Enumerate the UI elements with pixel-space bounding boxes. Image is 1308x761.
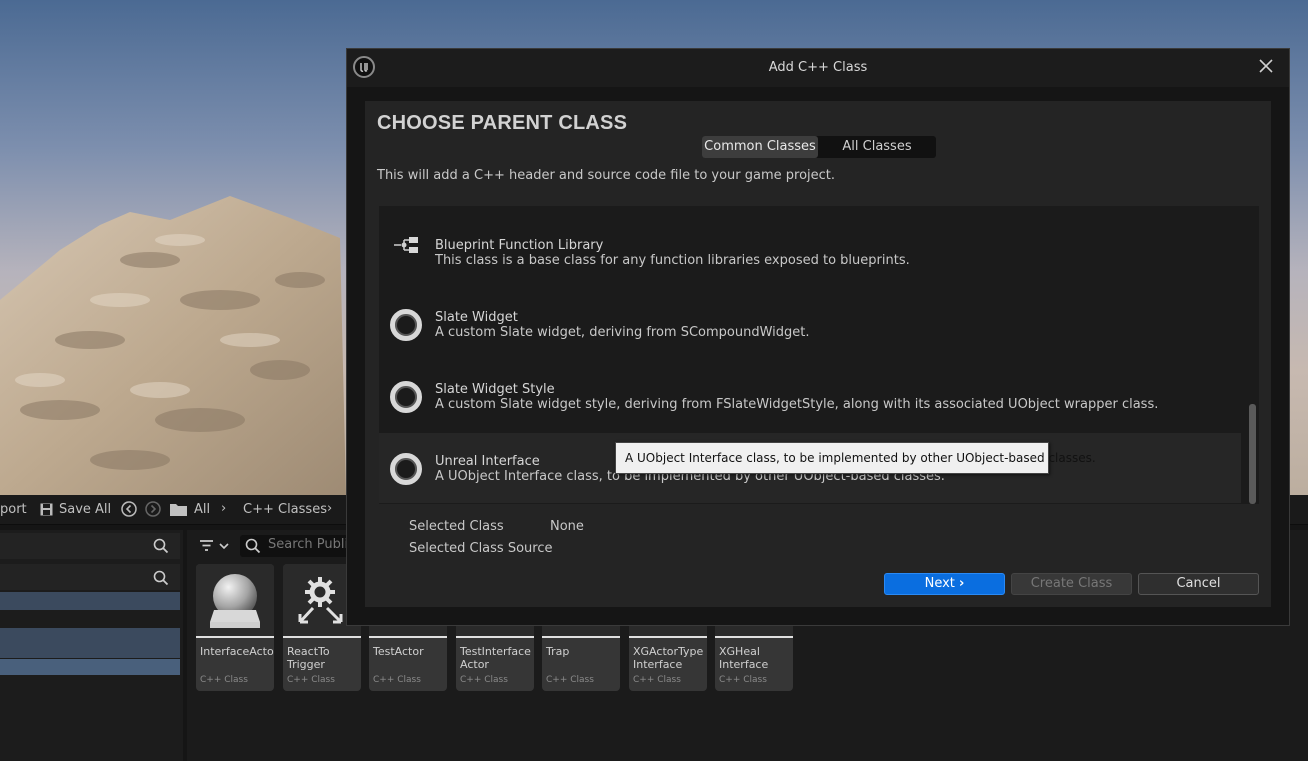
asset-name: XGHeal Interface: [719, 645, 769, 671]
asset-name: InterfaceActor: [200, 645, 274, 658]
class-description: A custom Slate widget style, deriving fr…: [435, 397, 1159, 412]
asset-name: TestInterface Actor: [460, 645, 531, 671]
breadcrumb-all[interactable]: All: [194, 502, 210, 517]
add-cpp-class-dialog: Add C++ Class CHOOSE PARENT CLASS Common…: [346, 48, 1290, 626]
class-description: This class is a base class for any funct…: [435, 253, 910, 268]
cancel-button[interactable]: Cancel: [1138, 573, 1259, 595]
asset-type: C++ Class: [200, 675, 248, 685]
asset-type: C++ Class: [546, 675, 594, 685]
dialog-body: CHOOSE PARENT CLASS Common Classes All C…: [365, 101, 1271, 607]
page-heading: CHOOSE PARENT CLASS: [377, 112, 628, 134]
back-icon[interactable]: [121, 501, 137, 521]
chevron-right-icon: ›: [959, 576, 965, 591]
scrollbar-thumb[interactable]: [1249, 404, 1256, 504]
sphere-actor-icon: [210, 574, 260, 628]
class-description: A custom Slate widget, deriving from SCo…: [435, 325, 810, 340]
class-name: Unreal Interface: [435, 454, 540, 469]
blueprint-library-icon: [394, 237, 418, 253]
class-ring-icon: [390, 381, 422, 413]
list-item[interactable]: Slate Widget Style A custom Slate widget…: [379, 354, 1241, 424]
asset-name: ReactTo Trigger: [287, 645, 330, 671]
search-placeholder: Search Publi: [268, 537, 349, 552]
asset-type: C++ Class: [373, 675, 421, 685]
class-filter-tabs: Common Classes All Classes: [702, 136, 936, 158]
dialog-titlebar[interactable]: Add C++ Class: [347, 49, 1289, 87]
tree-item[interactable]: [0, 592, 180, 610]
forward-icon[interactable]: [145, 501, 161, 521]
asset-thumbnail: [196, 564, 274, 638]
breadcrumb-cpp-classes[interactable]: C++ Classes: [243, 502, 327, 517]
next-button[interactable]: Next ›: [884, 573, 1005, 595]
import-button-fragment[interactable]: port: [0, 502, 27, 517]
tab-common-classes[interactable]: Common Classes: [702, 136, 818, 158]
chevron-right-icon: ›: [327, 501, 333, 516]
selected-class-label: Selected Class: [409, 519, 504, 534]
selected-class-source-label: Selected Class Source: [409, 541, 553, 556]
asset-search-input[interactable]: Search Publi: [240, 535, 350, 557]
asset-name: XGActorType Interface: [633, 645, 704, 671]
save-icon: [40, 503, 53, 520]
asset-name: TestActor: [373, 645, 424, 658]
chevron-right-icon: ›: [221, 501, 227, 516]
asset-tile[interactable]: InterfaceActor C++ Class: [196, 564, 274, 691]
create-class-button[interactable]: Create Class: [1011, 573, 1132, 595]
tree-item[interactable]: [0, 628, 180, 658]
close-icon[interactable]: [1257, 57, 1275, 75]
page-description: This will add a C++ header and source co…: [377, 168, 836, 183]
save-all-button[interactable]: Save All: [59, 502, 111, 517]
filter-icon[interactable]: [199, 538, 231, 554]
search-icon: [245, 538, 261, 554]
search-icon[interactable]: [153, 538, 169, 554]
selected-class-value: None: [550, 519, 584, 534]
class-ring-icon: [390, 453, 422, 485]
list-item[interactable]: Blueprint Function Library This class is…: [379, 210, 1241, 280]
class-name: Slate Widget Style: [435, 382, 555, 397]
dialog-title: Add C++ Class: [768, 60, 868, 75]
tab-all-classes[interactable]: All Classes: [818, 136, 936, 158]
asset-type: C++ Class: [287, 675, 335, 685]
asset-type: C++ Class: [460, 675, 508, 685]
asset-type: C++ Class: [719, 675, 767, 685]
asset-type: C++ Class: [633, 675, 681, 685]
class-name: Slate Widget: [435, 310, 518, 325]
tree-item-selected[interactable]: [0, 659, 180, 675]
list-item[interactable]: Slate Widget A custom Slate widget, deri…: [379, 282, 1241, 352]
class-ring-icon: [390, 309, 422, 341]
next-label: Next: [924, 576, 955, 591]
search-icon[interactable]: [153, 570, 169, 586]
tooltip: A UObject Interface class, to be impleme…: [615, 442, 1096, 474]
folder-icon[interactable]: [170, 502, 187, 520]
sources-panel: [0, 530, 183, 761]
asset-name: Trap: [546, 645, 570, 658]
class-name: Blueprint Function Library: [435, 238, 604, 253]
